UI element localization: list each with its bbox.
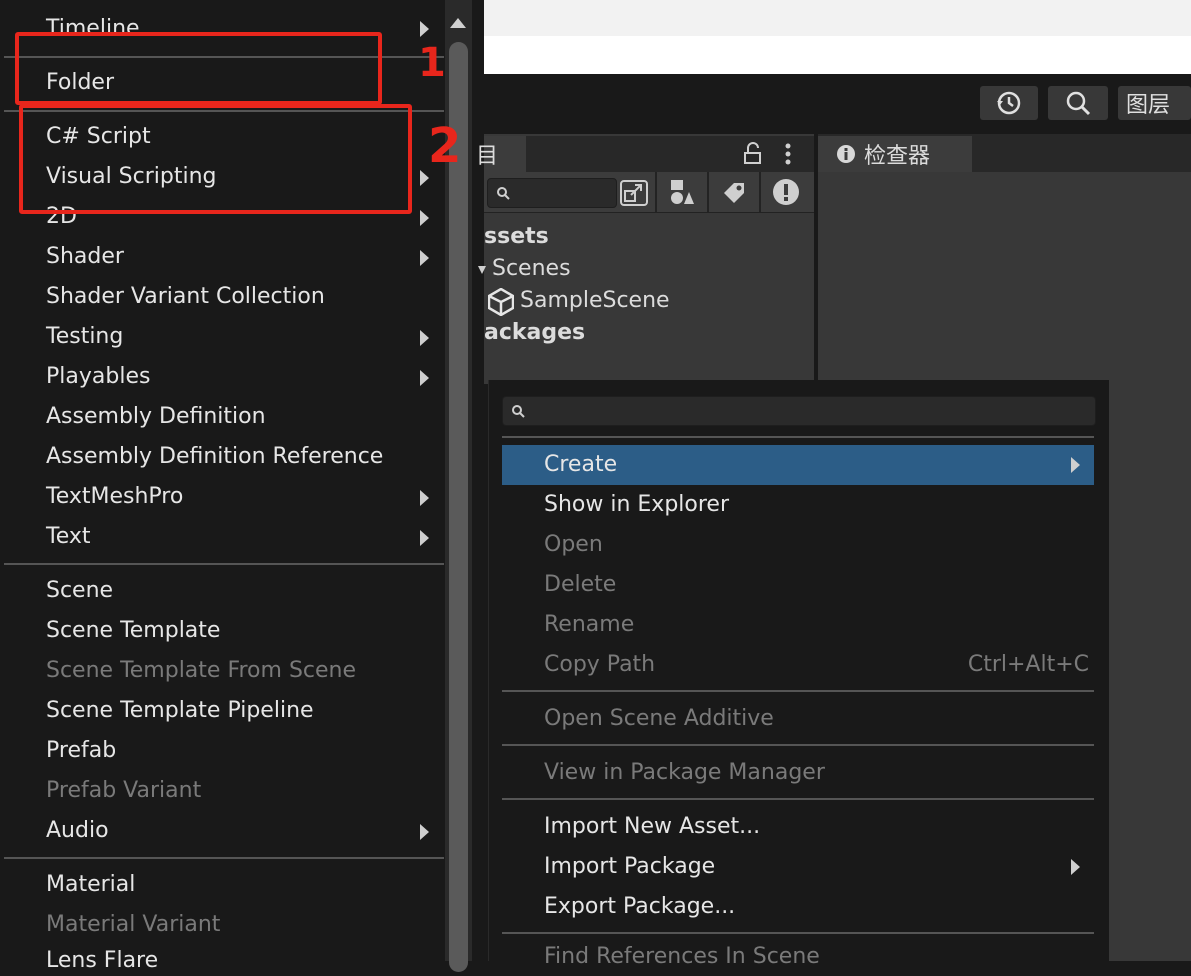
context-menu-search-input[interactable]	[502, 396, 1096, 426]
menu-item-import-new-asset[interactable]: Import New Asset...	[544, 812, 760, 842]
annotation-box-2	[19, 104, 412, 214]
tree-sample-scene[interactable]: SampleScene	[520, 288, 670, 313]
search-icon	[497, 187, 510, 200]
tab-inspector[interactable]: 检查器	[818, 136, 972, 172]
menu-item-material[interactable]: Material	[46, 870, 135, 900]
menu-item-prefab-variant[interactable]: Prefab Variant	[46, 776, 201, 806]
unity-scene-icon	[487, 287, 515, 320]
tree-assets[interactable]: ssets	[484, 224, 549, 249]
menu-separator	[502, 744, 1094, 746]
menu-item-material-variant[interactable]: Material Variant	[46, 910, 220, 940]
scroll-up-icon[interactable]	[450, 18, 466, 28]
menu-item-prefab[interactable]: Prefab	[46, 736, 116, 766]
menu-separator	[4, 857, 444, 859]
menu-item-scene-template-pipeline[interactable]: Scene Template Pipeline	[46, 696, 314, 726]
menu-item-scene-template-from-scene[interactable]: Scene Template From Scene	[46, 656, 356, 686]
menu-separator	[4, 563, 444, 565]
menu-item-open[interactable]: Open	[544, 530, 603, 560]
submenu-arrow-icon	[420, 490, 429, 506]
history-button[interactable]	[980, 86, 1038, 120]
menu-item-assembly-definition[interactable]: Assembly Definition	[46, 402, 266, 432]
menu-item-delete[interactable]: Delete	[544, 570, 616, 600]
project-tabbar	[526, 136, 814, 172]
toolbar-divider	[655, 172, 657, 212]
submenu-arrow-icon	[420, 824, 429, 840]
annotation-label-1: 1	[418, 40, 446, 86]
layers-label: 图层	[1126, 93, 1171, 118]
menu-item-testing[interactable]: Testing	[46, 322, 123, 352]
submenu-arrow-icon	[420, 330, 429, 346]
submenu-arrow-icon	[1071, 859, 1080, 875]
tab-project-label: 目	[476, 144, 499, 169]
tree-packages[interactable]: ackages	[484, 320, 585, 345]
menu-item-scene-template[interactable]: Scene Template	[46, 616, 220, 646]
window-top-strip	[484, 0, 1191, 36]
project-search-input[interactable]	[487, 178, 617, 208]
layers-dropdown[interactable]: 图层	[1118, 86, 1191, 120]
submenu-arrow-icon	[1071, 457, 1080, 473]
menu-item-import-package[interactable]: Import Package	[544, 852, 715, 882]
menu-separator	[502, 690, 1094, 692]
menu-item-textmeshpro[interactable]: TextMeshPro	[46, 482, 183, 512]
menu-item-copy-path[interactable]: Copy Path	[544, 650, 655, 680]
submenu-arrow-icon	[420, 21, 429, 37]
lock-icon[interactable]	[742, 142, 764, 170]
search-icon	[512, 405, 525, 418]
submenu-arrow-icon	[420, 210, 429, 226]
copy-path-shortcut: Ctrl+Alt+C	[967, 652, 1089, 677]
toolbar-divider	[759, 172, 761, 212]
annotation-box-1	[15, 32, 382, 105]
window-title-area	[484, 36, 1191, 74]
filter-by-type-icon[interactable]	[668, 178, 696, 210]
menu-scrollbar-thumb[interactable]	[449, 42, 468, 972]
submenu-arrow-icon	[420, 370, 429, 386]
menu-item-shader[interactable]: Shader	[46, 242, 124, 272]
menu-item-find-references[interactable]: Find References In Scene	[544, 942, 820, 972]
toolbar-divider	[707, 172, 709, 212]
submenu-arrow-icon	[420, 530, 429, 546]
menu-separator	[502, 436, 1094, 438]
menu-item-view-in-package-manager[interactable]: View in Package Manager	[544, 758, 825, 788]
menu-item-audio[interactable]: Audio	[46, 816, 109, 846]
menu-item-assembly-definition-reference[interactable]: Assembly Definition Reference	[46, 442, 383, 472]
menu-item-playables[interactable]: Playables	[46, 362, 150, 392]
menu-item-scene[interactable]: Scene	[46, 576, 113, 606]
search-by-type-icon[interactable]	[619, 179, 649, 211]
menu-item-lens-flare[interactable]: Lens Flare	[46, 946, 158, 976]
warning-icon[interactable]	[771, 177, 801, 211]
tab-inspector-label: 检查器	[864, 144, 931, 169]
menu-separator	[502, 932, 1094, 934]
tab-project[interactable]: 目	[476, 136, 526, 172]
tree-scenes[interactable]: Scenes	[492, 256, 571, 281]
search-button[interactable]	[1048, 86, 1108, 120]
annotation-label-2: 2	[428, 118, 462, 174]
menu-item-shader-variant-collection[interactable]: Shader Variant Collection	[46, 282, 325, 312]
submenu-arrow-icon	[420, 250, 429, 266]
menu-item-create[interactable]: Create	[544, 450, 617, 480]
history-icon	[997, 91, 1021, 115]
tree-expand-icon[interactable]	[476, 262, 488, 282]
filter-by-label-icon[interactable]	[720, 179, 748, 209]
kebab-icon[interactable]	[782, 142, 794, 170]
menu-item-export-package[interactable]: Export Package...	[544, 892, 735, 922]
menu-item-text[interactable]: Text	[46, 522, 91, 552]
info-icon	[837, 145, 855, 163]
menu-item-show-in-explorer[interactable]: Show in Explorer	[544, 490, 729, 520]
search-icon	[1066, 91, 1091, 116]
menu-item-rename[interactable]: Rename	[544, 610, 634, 640]
menu-separator	[502, 798, 1094, 800]
menu-item-open-scene-additive[interactable]: Open Scene Additive	[544, 704, 774, 734]
